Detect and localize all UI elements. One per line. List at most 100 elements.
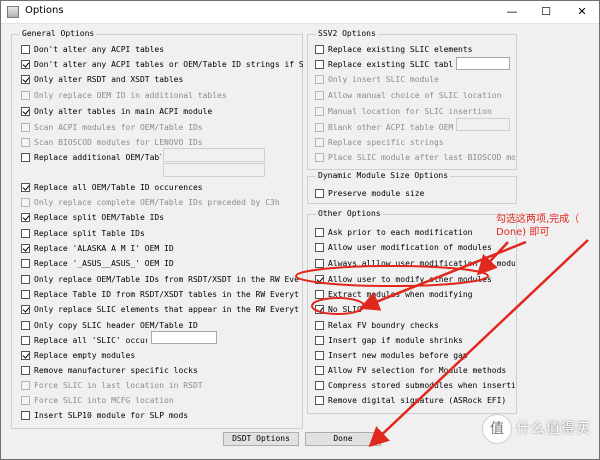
checkbox[interactable] [315, 289, 324, 299]
ssv2-option-2[interactable]: Replace existing SLIC table ID with [315, 58, 453, 70]
other-option-3[interactable]: Always alllow user modification of modul… [315, 257, 515, 269]
done-button[interactable]: Done [305, 432, 381, 446]
general-option-5[interactable]: Only alter tables in main ACPI module [21, 105, 303, 117]
checkbox[interactable] [315, 395, 324, 405]
checkbox[interactable] [21, 90, 30, 100]
checkbox[interactable] [21, 350, 30, 360]
general-option-11[interactable]: Replace split OEM/Table IDs [21, 211, 303, 223]
checkbox[interactable] [21, 380, 30, 390]
checkbox[interactable] [315, 320, 324, 330]
checkbox[interactable] [315, 188, 324, 198]
other-option-4[interactable]: Allow user to modify other modules [315, 273, 515, 285]
additional-oem-id-field[interactable] [163, 148, 265, 162]
general-option-16[interactable]: Replace Table ID from RSDT/XSDT tables i… [21, 288, 299, 300]
other-option-11[interactable]: Compress stored submodules when insertin… [315, 379, 515, 391]
checkbox[interactable] [315, 274, 324, 284]
general-option-23[interactable]: Force SLIC into MCFG location [21, 394, 303, 406]
general-option-3[interactable]: Only alter RSDT and XSDT tables [21, 73, 303, 85]
checkbox[interactable] [315, 242, 324, 252]
general-option-14[interactable]: Replace '_ASUS__ASUS_' OEM ID [21, 257, 303, 269]
checkbox[interactable] [21, 304, 30, 314]
checkbox[interactable] [315, 59, 324, 69]
slic-table-id-field[interactable] [456, 57, 510, 70]
general-option-24[interactable]: Insert SLP10 module for SLP mods [21, 409, 303, 421]
checkbox[interactable] [21, 289, 30, 299]
general-option-17[interactable]: Only replace SLIC elements that appear i… [21, 303, 299, 315]
close-button[interactable]: ✕ [567, 1, 597, 23]
other-option-7[interactable]: Relax FV boundry checks [315, 319, 515, 331]
other-option-6[interactable]: No SLIC [315, 303, 515, 315]
checkbox[interactable] [21, 44, 30, 54]
other-option-12[interactable]: Remove digital signature (ASRock EFI) [315, 394, 515, 406]
checkbox[interactable] [315, 90, 324, 100]
general-option-8[interactable]: Replace additional OEM/Table ID [21, 151, 161, 163]
checkbox[interactable] [21, 365, 30, 375]
general-option-19[interactable]: Replace all 'SLIC' occurences [21, 334, 147, 346]
checkbox[interactable] [21, 182, 30, 192]
dsdt-options-button[interactable]: DSDT Options [223, 432, 299, 446]
general-option-10[interactable]: Only replace complete OEM/Table IDs prec… [21, 196, 303, 208]
checkbox[interactable] [21, 395, 30, 405]
checkbox[interactable] [315, 258, 324, 268]
checkbox[interactable] [315, 106, 324, 116]
general-option-15[interactable]: Only replace OEM/Table IDs from RSDT/XSD… [21, 273, 299, 285]
checkbox[interactable] [21, 122, 30, 132]
checkbox[interactable] [315, 350, 324, 360]
general-option-2[interactable]: Don't alter any ACPI tables or OEM/Table… [21, 58, 303, 70]
checkbox[interactable] [315, 365, 324, 375]
ssv2-option-5[interactable]: Manual location for SLIC insertion [315, 105, 515, 117]
general-option-18[interactable]: Only copy SLIC header OEM/Table ID [21, 319, 303, 331]
dynamic-option-1[interactable]: Preserve module size [315, 187, 515, 199]
checkbox[interactable] [21, 320, 30, 330]
ssv2-option-6[interactable]: Blank other ACPI table OEM/Table [315, 121, 453, 133]
checkbox[interactable] [21, 228, 30, 238]
ssv2-option-4[interactable]: Allow manual choice of SLIC location [315, 89, 515, 101]
other-option-5[interactable]: Extract modules when modifying [315, 288, 515, 300]
checkbox[interactable] [315, 74, 324, 84]
maximize-button[interactable]: ☐ [531, 1, 561, 23]
checkbox[interactable] [21, 258, 30, 268]
checkbox[interactable] [21, 106, 30, 116]
checkbox[interactable] [21, 74, 30, 84]
ssv2-option-1[interactable]: Replace existing SLIC elements [315, 43, 515, 55]
checkbox[interactable] [21, 197, 30, 207]
minimize-button[interactable]: — [497, 1, 527, 23]
additional-table-id-field[interactable] [163, 163, 265, 177]
other-option-8[interactable]: Insert gap if module shrinks [315, 334, 515, 346]
other-option-2[interactable]: Allow user modification of modules [315, 241, 515, 253]
checkbox[interactable] [315, 44, 324, 54]
checkbox[interactable] [315, 137, 324, 147]
general-option-22[interactable]: Force SLIC in last location in RSDT [21, 379, 303, 391]
general-option-7[interactable]: Scan BIOSCOD modules for LENOVO IDs [21, 136, 303, 148]
checkbox[interactable] [315, 380, 324, 390]
ssv2-option-8[interactable]: Place SLIC module after last BIOSCOD mod… [315, 151, 515, 163]
other-option-1[interactable]: Ask prior to each modification [315, 226, 515, 238]
ssv2-option-7[interactable]: Replace specific strings [315, 136, 515, 148]
general-option-9[interactable]: Replace all OEM/Table ID occurences [21, 181, 303, 193]
other-option-10[interactable]: Allow FV selection for Module methods [315, 364, 515, 376]
blank-acpi-table-field[interactable] [456, 118, 510, 131]
general-option-13[interactable]: Replace 'ALASKA A M I' OEM ID [21, 242, 303, 254]
checkbox[interactable] [21, 243, 30, 253]
general-option-6[interactable]: Scan ACPI modules for OEM/Table IDs [21, 121, 303, 133]
checkbox[interactable] [315, 227, 324, 237]
checkbox[interactable] [21, 137, 30, 147]
ssv2-option-3[interactable]: Only insert SLIC module [315, 73, 515, 85]
checkbox[interactable] [21, 59, 30, 69]
checkbox[interactable] [21, 152, 30, 162]
slic-occurences-field[interactable] [151, 331, 217, 344]
checkbox[interactable] [21, 335, 30, 345]
checkbox[interactable] [315, 304, 324, 314]
general-option-4[interactable]: Only replace OEM ID in additional tables [21, 89, 303, 101]
general-option-20[interactable]: Replace empty modules [21, 349, 303, 361]
general-option-1[interactable]: Don't alter any ACPI tables [21, 43, 303, 55]
checkbox[interactable] [21, 212, 30, 222]
general-option-21[interactable]: Remove manufacturer specific locks [21, 364, 303, 376]
checkbox[interactable] [21, 410, 30, 420]
checkbox[interactable] [315, 152, 324, 162]
checkbox[interactable] [315, 122, 324, 132]
other-option-9[interactable]: Insert new modules before gap [315, 349, 515, 361]
checkbox[interactable] [315, 335, 324, 345]
checkbox[interactable] [21, 274, 30, 284]
general-option-12[interactable]: Replace split Table IDs [21, 227, 303, 239]
